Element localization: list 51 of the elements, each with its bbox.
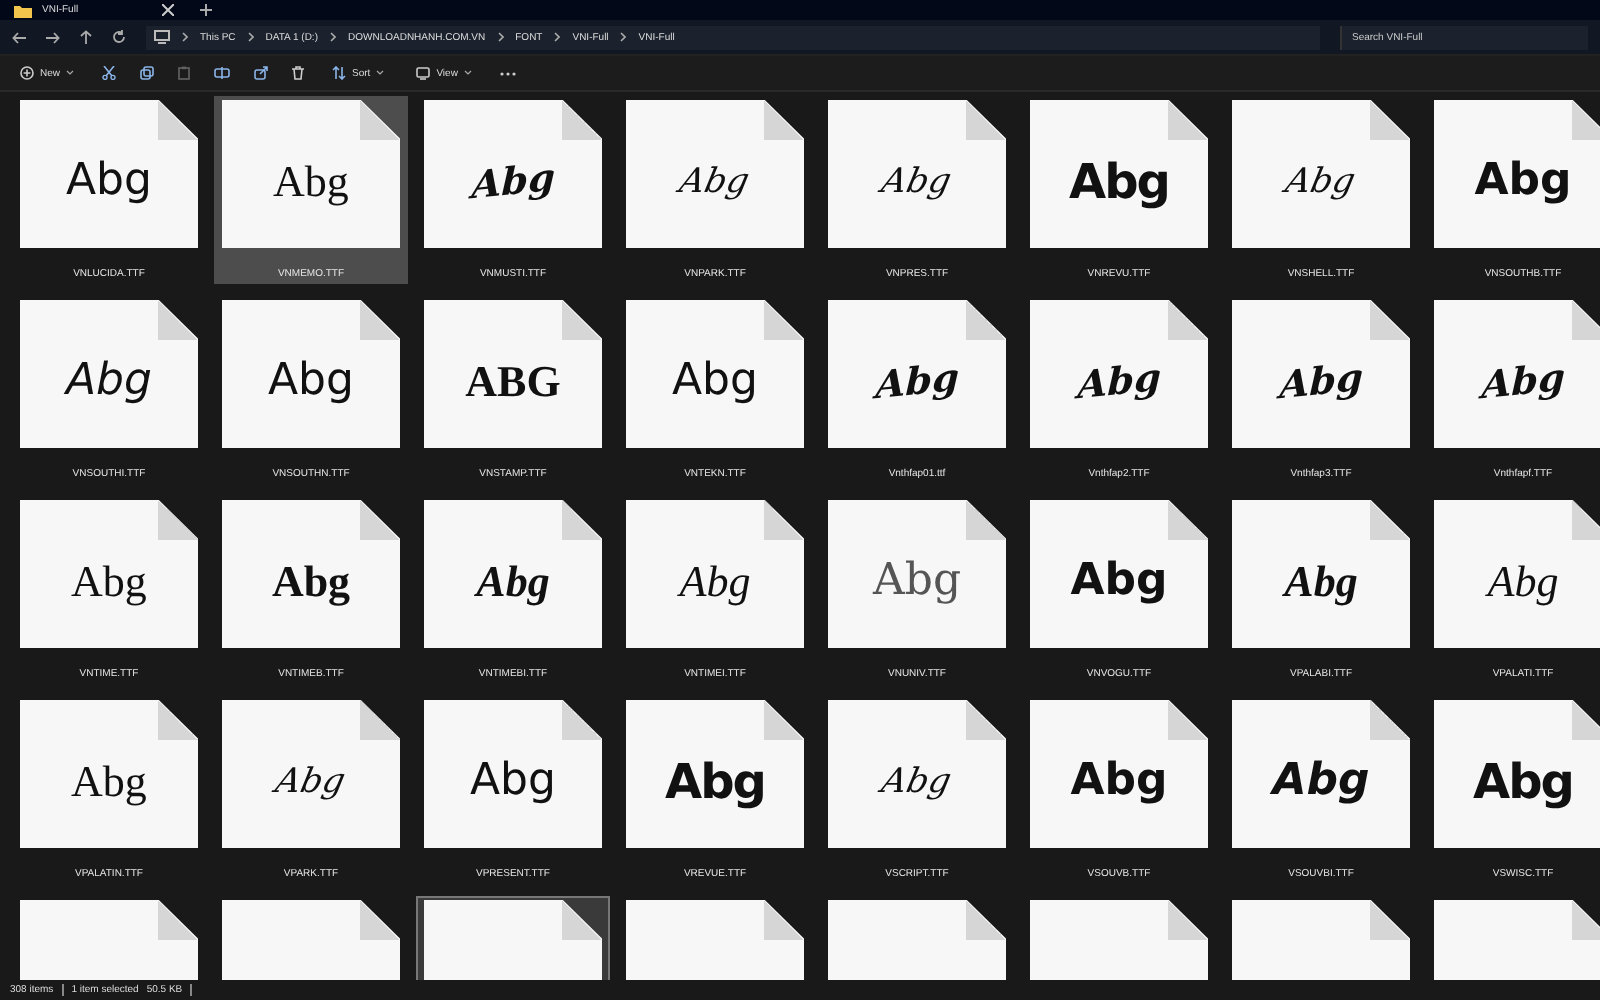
preview-text: Abg bbox=[1076, 358, 1162, 406]
preview-text: Abg bbox=[273, 765, 349, 799]
plus-icon bbox=[20, 66, 34, 80]
preview-text: Abg bbox=[1474, 160, 1572, 204]
preview-text: Abg bbox=[470, 158, 556, 206]
preview-text: Abg bbox=[879, 765, 955, 799]
preview-text: Abg bbox=[71, 760, 147, 804]
preview-text: Abg bbox=[271, 560, 351, 604]
forward-icon[interactable] bbox=[46, 31, 60, 43]
preview-text: Abg bbox=[879, 165, 955, 199]
preview-text: Abg bbox=[1272, 760, 1370, 804]
back-icon[interactable] bbox=[12, 31, 26, 43]
chevron-icon bbox=[330, 32, 336, 42]
caret-icon bbox=[66, 70, 75, 76]
preview-text: Abg bbox=[476, 560, 550, 604]
preview-text: Abg bbox=[1069, 158, 1169, 206]
refresh-icon[interactable] bbox=[112, 30, 126, 44]
chevron-icon bbox=[182, 32, 188, 42]
preview-text: ABG bbox=[465, 360, 561, 404]
chevron-icon bbox=[497, 32, 504, 42]
new-tab-icon[interactable] bbox=[200, 4, 212, 16]
preview-text: Abg bbox=[66, 360, 152, 404]
preview-text: Abg bbox=[71, 560, 147, 604]
preview-text: Abg bbox=[66, 160, 152, 204]
chevron-icon bbox=[620, 32, 627, 42]
monitor-icon bbox=[416, 66, 431, 80]
preview-text: Abg bbox=[679, 560, 751, 604]
preview-text: Abg bbox=[268, 360, 354, 404]
preview-text: Abg bbox=[1473, 758, 1573, 806]
caret-icon bbox=[376, 70, 385, 76]
preview-text: Abg bbox=[677, 165, 753, 199]
preview-text: Abg bbox=[1480, 358, 1566, 406]
chevron-icon bbox=[554, 32, 561, 42]
preview-text: Abg bbox=[874, 358, 960, 406]
up-icon[interactable] bbox=[80, 30, 92, 44]
preview-text: Abg bbox=[1070, 560, 1168, 604]
preview-text: Abg bbox=[1278, 358, 1364, 406]
preview-text: Abg bbox=[1283, 165, 1359, 199]
preview-text: Abg bbox=[470, 760, 556, 804]
close-icon[interactable] bbox=[162, 4, 174, 16]
preview-text: Abg bbox=[872, 560, 962, 604]
preview-text: Abg bbox=[1487, 560, 1559, 604]
caret-icon bbox=[463, 70, 472, 76]
preview-text: Abg bbox=[1284, 560, 1358, 604]
sort-icon bbox=[332, 66, 347, 80]
preview-text: Abg bbox=[672, 360, 758, 404]
preview-text: Abg bbox=[1070, 760, 1168, 804]
chevron-icon bbox=[247, 32, 254, 42]
preview-text: Abg bbox=[665, 758, 765, 806]
computer-icon bbox=[154, 30, 170, 44]
preview-text: Abg bbox=[273, 160, 349, 204]
